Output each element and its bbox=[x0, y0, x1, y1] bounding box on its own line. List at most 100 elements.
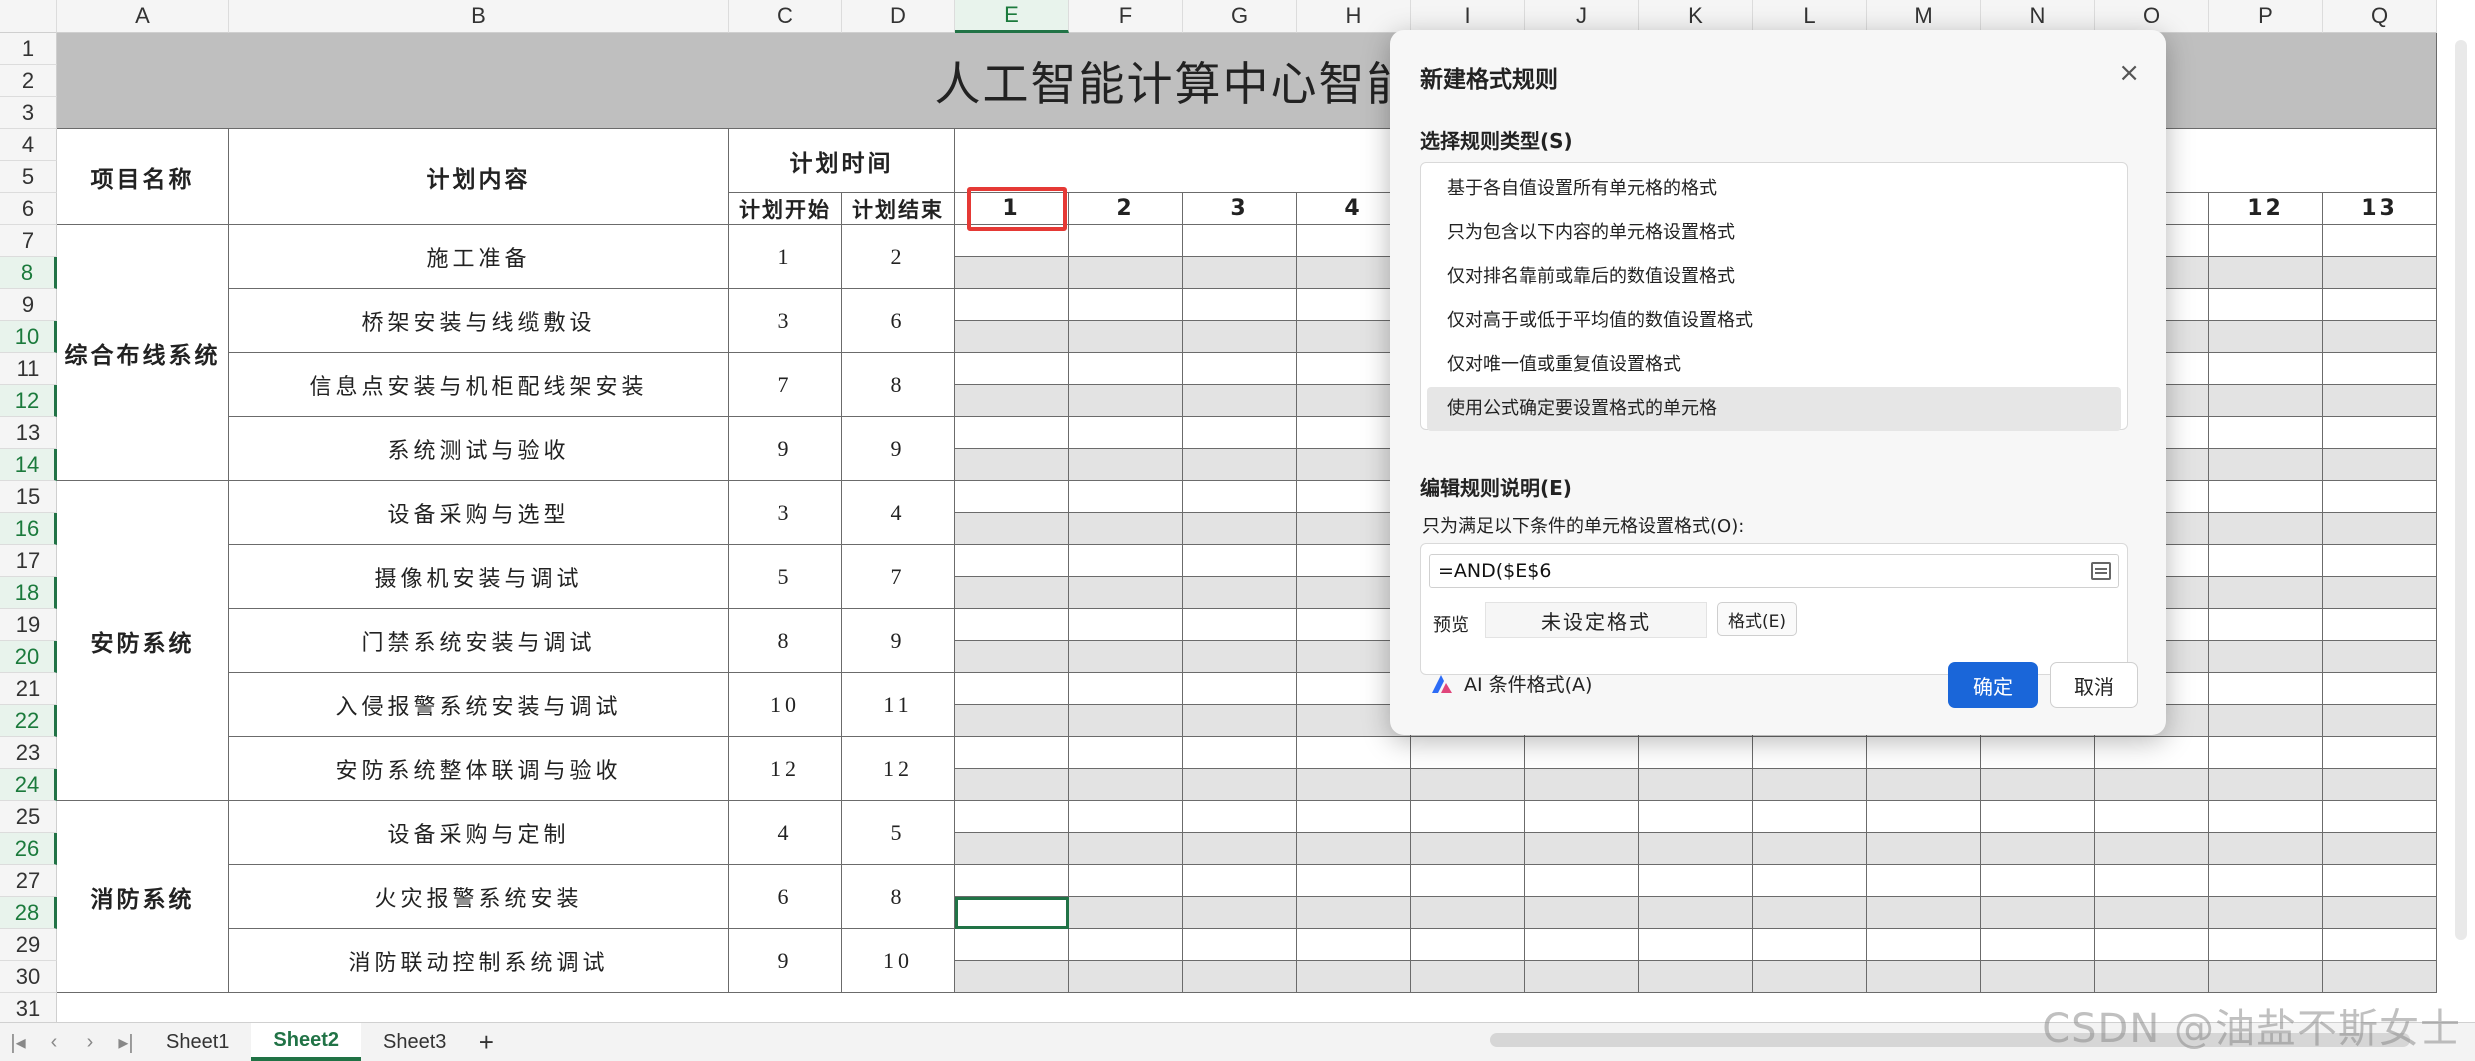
gantt-cell[interactable] bbox=[1069, 513, 1183, 545]
row-header-5[interactable]: 5 bbox=[0, 161, 57, 193]
gantt-cell[interactable] bbox=[1069, 225, 1183, 257]
row-header-8[interactable]: 8 bbox=[0, 257, 57, 289]
active-cell[interactable] bbox=[955, 897, 1069, 929]
gantt-cell[interactable] bbox=[1069, 961, 1183, 993]
formula-input[interactable]: =AND($E$6 bbox=[1429, 554, 2119, 588]
gantt-cell[interactable] bbox=[2209, 609, 2323, 641]
gantt-cell[interactable] bbox=[1411, 865, 1525, 897]
gantt-cell[interactable] bbox=[1069, 257, 1183, 289]
gantt-cell[interactable] bbox=[955, 833, 1069, 865]
gantt-cell[interactable] bbox=[1411, 801, 1525, 833]
gantt-cell[interactable] bbox=[1183, 641, 1297, 673]
gantt-cell[interactable] bbox=[1867, 865, 1981, 897]
row-header-18[interactable]: 18 bbox=[0, 577, 57, 609]
gantt-cell[interactable] bbox=[2209, 481, 2323, 513]
gantt-cell[interactable] bbox=[1639, 833, 1753, 865]
gantt-cell[interactable] bbox=[1183, 833, 1297, 865]
gantt-cell[interactable] bbox=[955, 865, 1069, 897]
gantt-cell[interactable] bbox=[1753, 865, 1867, 897]
group-name[interactable]: 消防系统 bbox=[57, 801, 229, 993]
task-start[interactable]: 9 bbox=[729, 417, 842, 481]
gantt-cell[interactable] bbox=[1069, 641, 1183, 673]
row-header-20[interactable]: 20 bbox=[0, 641, 57, 673]
gantt-cell[interactable] bbox=[1297, 961, 1411, 993]
gantt-cell[interactable] bbox=[1069, 705, 1183, 737]
gantt-cell[interactable] bbox=[2209, 545, 2323, 577]
row-header-11[interactable]: 11 bbox=[0, 353, 57, 385]
gantt-cell[interactable] bbox=[2323, 673, 2437, 705]
task-start[interactable]: 3 bbox=[729, 481, 842, 545]
gantt-cell[interactable] bbox=[1525, 865, 1639, 897]
gantt-cell[interactable] bbox=[955, 961, 1069, 993]
gantt-cell[interactable] bbox=[1639, 865, 1753, 897]
gantt-cell[interactable] bbox=[1753, 961, 1867, 993]
task-start[interactable]: 8 bbox=[729, 609, 842, 673]
header-plan-content[interactable]: 计划内容 bbox=[229, 129, 729, 225]
gantt-cell[interactable] bbox=[1183, 865, 1297, 897]
tab-sheet1[interactable]: Sheet1 bbox=[144, 1023, 251, 1061]
gantt-cell[interactable] bbox=[2323, 385, 2437, 417]
task-start[interactable]: 1 bbox=[729, 225, 842, 289]
gantt-cell[interactable] bbox=[955, 737, 1069, 769]
column-header-E[interactable]: E bbox=[955, 0, 1069, 33]
gantt-cell[interactable] bbox=[1981, 897, 2095, 929]
gantt-cell[interactable] bbox=[2323, 641, 2437, 673]
day-number-cell[interactable]: 13 bbox=[2323, 193, 2437, 225]
day-number-cell[interactable]: 3 bbox=[1183, 193, 1297, 225]
task-end[interactable]: 2 bbox=[842, 225, 955, 289]
gantt-cell[interactable] bbox=[1183, 225, 1297, 257]
row-header-1[interactable]: 1 bbox=[0, 33, 57, 65]
header-project-name[interactable]: 项目名称 bbox=[57, 129, 229, 225]
row-header-16[interactable]: 16 bbox=[0, 513, 57, 545]
gantt-cell[interactable] bbox=[2323, 289, 2437, 321]
task-end[interactable]: 7 bbox=[842, 545, 955, 609]
gantt-cell[interactable] bbox=[2209, 321, 2323, 353]
gantt-cell[interactable] bbox=[1411, 737, 1525, 769]
rule-type-item[interactable]: 基于各自值设置所有单元格的格式 bbox=[1427, 167, 2121, 211]
gantt-cell[interactable] bbox=[1183, 449, 1297, 481]
gantt-cell[interactable] bbox=[1183, 897, 1297, 929]
task-end[interactable]: 10 bbox=[842, 929, 955, 993]
column-header-Q[interactable]: Q bbox=[2323, 0, 2437, 33]
gantt-cell[interactable] bbox=[1183, 737, 1297, 769]
gantt-cell[interactable] bbox=[1639, 769, 1753, 801]
gantt-cell[interactable] bbox=[1981, 769, 2095, 801]
gantt-cell[interactable] bbox=[1639, 737, 1753, 769]
gantt-cell[interactable] bbox=[955, 641, 1069, 673]
column-header-F[interactable]: F bbox=[1069, 0, 1183, 33]
task-name[interactable]: 系统测试与验收 bbox=[229, 417, 729, 481]
gantt-cell[interactable] bbox=[1525, 897, 1639, 929]
gantt-cell[interactable] bbox=[1297, 865, 1411, 897]
gantt-cell[interactable] bbox=[1183, 545, 1297, 577]
gantt-cell[interactable] bbox=[1753, 897, 1867, 929]
rule-type-item[interactable]: 只为包含以下内容的单元格设置格式 bbox=[1427, 211, 2121, 255]
task-name[interactable]: 设备采购与定制 bbox=[229, 801, 729, 865]
gantt-cell[interactable] bbox=[2209, 865, 2323, 897]
gantt-cell[interactable] bbox=[1525, 801, 1639, 833]
gantt-cell[interactable] bbox=[1639, 801, 1753, 833]
gantt-cell[interactable] bbox=[1525, 737, 1639, 769]
task-name[interactable]: 门禁系统安装与调试 bbox=[229, 609, 729, 673]
gantt-cell[interactable] bbox=[2209, 801, 2323, 833]
gantt-cell[interactable] bbox=[955, 545, 1069, 577]
task-name[interactable]: 火灾报警系统安装 bbox=[229, 865, 729, 929]
gantt-cell[interactable] bbox=[1183, 513, 1297, 545]
task-end[interactable]: 8 bbox=[842, 353, 955, 417]
task-start[interactable]: 7 bbox=[729, 353, 842, 417]
gantt-cell[interactable] bbox=[1069, 769, 1183, 801]
task-end[interactable]: 8 bbox=[842, 865, 955, 929]
gantt-cell[interactable] bbox=[1183, 321, 1297, 353]
gantt-cell[interactable] bbox=[1867, 897, 1981, 929]
vertical-scrollbar[interactable] bbox=[2455, 40, 2467, 940]
gantt-cell[interactable] bbox=[2095, 737, 2209, 769]
gantt-cell[interactable] bbox=[1867, 801, 1981, 833]
gantt-cell[interactable] bbox=[2323, 705, 2437, 737]
task-name[interactable]: 信息点安装与机柜配线架安装 bbox=[229, 353, 729, 417]
task-end[interactable]: 11 bbox=[842, 673, 955, 737]
gantt-cell[interactable] bbox=[2209, 897, 2323, 929]
next-sheet-icon[interactable]: › bbox=[72, 1031, 108, 1054]
column-header-G[interactable]: G bbox=[1183, 0, 1297, 33]
gantt-cell[interactable] bbox=[2323, 609, 2437, 641]
gantt-cell[interactable] bbox=[1069, 865, 1183, 897]
gantt-cell[interactable] bbox=[1183, 705, 1297, 737]
